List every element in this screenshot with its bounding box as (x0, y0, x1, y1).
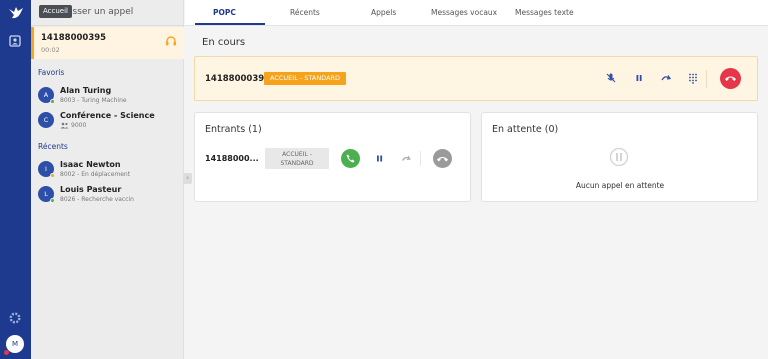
bird-logo-icon[interactable] (7, 5, 24, 21)
tab-bar: POPC Récents Appels Messages vocaux Mess… (185, 0, 768, 26)
contact-detail: 9000 (71, 122, 87, 129)
active-call-number: 14188000395 (41, 33, 107, 43)
current-call-card: 14188000395 ACCUEIL - STANDARD (194, 56, 758, 101)
tab-voicemail[interactable]: Messages vocaux (431, 8, 497, 17)
favorite-contact[interactable]: A Alan Turing 8003 - Turing Machine (31, 83, 184, 107)
tab-calls[interactable]: Appels (371, 8, 396, 17)
favorites-heading: Favoris (38, 68, 65, 77)
decline-button[interactable] (433, 149, 452, 168)
divider (706, 70, 707, 88)
collapse-sidebar-chevron-icon[interactable]: ‹ (183, 173, 192, 184)
presence-dot (50, 99, 55, 104)
incoming-queue-badge: ACCUEIL - STANDARD (265, 148, 329, 169)
active-tab-indicator (195, 23, 265, 25)
empty-waiting-message: Aucun appel en attente (575, 181, 665, 190)
dial-input[interactable]: Passer un appel (62, 7, 133, 17)
decline-phone-icon (437, 157, 448, 162)
tab-text-messages[interactable]: Messages texte (515, 8, 574, 17)
transfer-arrow-icon[interactable] (660, 72, 672, 84)
incoming-call-number: 14188000... (205, 154, 259, 163)
settings-gear-icon[interactable] (8, 311, 22, 325)
headset-icon (166, 36, 176, 46)
contacts-icon[interactable] (9, 35, 21, 47)
user-status-dot (4, 350, 9, 355)
active-call-item[interactable]: 14188000395 00:02 (31, 27, 184, 59)
mute-microphone-icon[interactable] (605, 72, 617, 84)
app-window: M Passer un appel Accueil 14188000395 00… (0, 0, 768, 359)
incoming-title: Entrants (1) (205, 124, 262, 135)
sidebar: Passer un appel Accueil 14188000395 00:0… (31, 0, 184, 359)
tab-popc[interactable]: POPC (213, 8, 236, 17)
contact-avatar: C (38, 112, 54, 128)
transfer-arrow-icon[interactable] (401, 153, 412, 164)
divider (420, 151, 421, 166)
contact-detail: 8002 - En déplacement (60, 171, 131, 178)
queue-badge: ACCUEIL - STANDARD (264, 72, 347, 85)
dialpad-icon[interactable] (687, 72, 699, 84)
queue-line: ACCUEIL - (282, 151, 312, 158)
answer-button[interactable] (341, 149, 360, 168)
home-tooltip: Accueil (39, 5, 72, 18)
contact-name: Louis Pasteur (60, 185, 122, 194)
hang-up-phone-icon (725, 76, 736, 81)
contact-name: Alan Turing (60, 86, 112, 95)
waiting-title: En attente (0) (492, 124, 559, 135)
tab-recents[interactable]: Récents (290, 8, 320, 17)
recents-heading: Récents (38, 142, 68, 151)
answer-phone-icon (346, 154, 355, 163)
waiting-calls-panel: En attente (0) Aucun appel en attente (481, 112, 758, 202)
presence-dot (50, 198, 55, 203)
current-call-number: 14188000395 (205, 74, 271, 84)
hold-pause-icon[interactable] (374, 153, 385, 164)
contact-detail: 8003 - Turing Machine (60, 97, 127, 104)
group-icon (60, 122, 69, 129)
favorite-conference[interactable]: C Conférence - Science 9000 (31, 108, 184, 132)
pause-circle-icon (609, 147, 629, 167)
active-call-duration: 00:02 (41, 46, 60, 54)
contact-name: Conférence - Science (60, 111, 155, 120)
presence-dot (50, 173, 55, 178)
active-indicator (31, 27, 34, 59)
contact-detail: 8026 - Recherche vaccin (60, 196, 134, 203)
contact-name: Isaac Newton (60, 160, 121, 169)
nav-rail: M (0, 0, 31, 359)
recent-contact[interactable]: I Isaac Newton 8002 - En déplacement (31, 157, 184, 181)
current-calls-heading: En cours (202, 37, 246, 48)
queue-line: STANDARD (280, 160, 314, 167)
dial-search[interactable]: Passer un appel Accueil (31, 0, 184, 26)
hang-up-button[interactable] (720, 68, 741, 89)
hold-pause-icon[interactable] (633, 72, 645, 84)
incoming-calls-panel: Entrants (1) 14188000... ACCUEIL - STAND… (194, 112, 471, 202)
recent-contact[interactable]: L Louis Pasteur 8026 - Recherche vaccin (31, 182, 184, 206)
